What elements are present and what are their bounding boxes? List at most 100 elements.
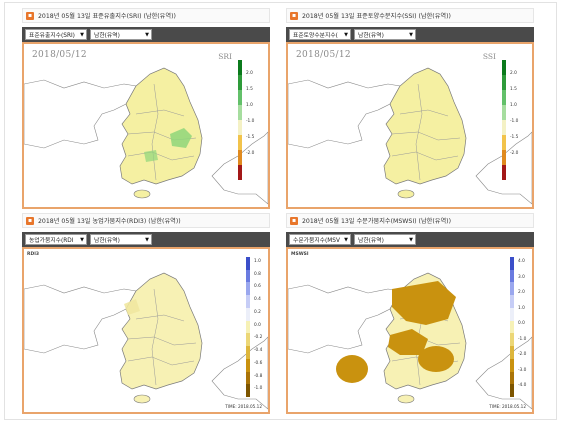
legend-label: 1.0 (246, 102, 253, 108)
orange-square-icon: ▪ (26, 216, 34, 225)
legend-label: -0.2 (254, 335, 263, 341)
legend-label: 2.0 (510, 70, 517, 76)
legend-swatch (238, 165, 242, 180)
region-select-label: 남한(유역) (358, 33, 384, 39)
jeju-island (397, 189, 415, 199)
legend-swatch (510, 295, 514, 308)
map-view[interactable]: 2018/05/12 SSI 2.0 1.5 1.0 -1.0 -1.5 -2.0 (286, 42, 534, 209)
dropdown-arrow-icon: ▼ (409, 236, 413, 243)
index-select[interactable]: 농업가뭄지수(RDI ▼ (25, 234, 87, 245)
index-select[interactable]: 수문가뭄지수(MSV ▼ (289, 234, 351, 245)
legend-label: -1.0 (246, 118, 255, 124)
map-time: TIME: 2018.05.12 (225, 404, 262, 409)
legend-label: -2.0 (510, 150, 519, 156)
legend-swatch (246, 320, 250, 334)
legend-label: -4.0 (518, 383, 527, 389)
legend-label: -0.6 (254, 360, 263, 366)
legend-swatch (246, 307, 250, 321)
orange-square-icon: ▪ (290, 216, 298, 225)
legend-swatch (238, 90, 242, 105)
legend-label: 0.0 (254, 322, 261, 328)
legend-swatch (510, 320, 514, 334)
panel-title: 2018년 05월 13일 표준토양수분지수(SSI) (남한(유역)) (302, 13, 451, 20)
wet-region (144, 150, 158, 162)
region-select-label: 남한(유역) (94, 33, 120, 39)
map-view[interactable]: RDI3 1.0 0.8 0.6 0.4 0.2 0.0 -0.2 -0.4 -0.6 -0.8-… (22, 247, 270, 414)
legend-swatch (502, 165, 506, 180)
legend-label: -1.5 (510, 134, 519, 140)
index-select-label: 농업가뭄지수(RDI (29, 238, 74, 244)
korea-map (288, 272, 532, 410)
region-select[interactable]: 남한(유역) ▼ (90, 234, 152, 245)
map-view[interactable]: 2018/05/12 SRI 2.0 1.5 1.0 -1.0 -1.5 -2.0 (22, 42, 270, 209)
jeju-island (133, 189, 151, 199)
legend-label: 0.8 (254, 271, 261, 277)
legend-swatch (502, 90, 506, 105)
map-time: TIME: 2018.05.12 (489, 404, 526, 409)
orange-square-icon: ▪ (290, 11, 298, 20)
legend-label: -1.0 (254, 386, 263, 392)
region-select[interactable]: 남한(유역) ▼ (354, 29, 416, 40)
legend-swatch (246, 257, 250, 270)
legend-swatch (510, 384, 514, 397)
legend-swatch (238, 135, 242, 150)
legend-swatch (502, 75, 506, 90)
region-select-label: 남한(유역) (358, 238, 384, 244)
dropdown-arrow-icon: ▼ (344, 236, 348, 243)
panel-title: 2018년 05월 13일 농업가뭄지수(RDI3) (남한(유역)) (38, 218, 181, 225)
panel-toolbar: 농업가뭄지수(RDI ▼ 남한(유역) ▼ (22, 232, 270, 247)
jeju-island (133, 394, 151, 404)
region-select-label: 남한(유역) (94, 238, 120, 244)
panel-title-bar: ▪ 2018년 05월 13일 수문가뭄지수(MSWSI) (남한(유역)) (286, 213, 534, 228)
legend-label: -0.8 (254, 373, 263, 379)
drought-region (418, 346, 454, 372)
legend-label: -1.5 (246, 134, 255, 140)
legend-label: 1.0 (254, 259, 261, 264)
panel-sri: ▪ 2018년 05월 13일 표준유출지수(SRI) (남한(유역)) 표준유… (22, 8, 270, 209)
legend-label: -0.4 (254, 348, 263, 354)
legend-label: -1.0 (510, 118, 519, 124)
dropdown-arrow-icon: ▼ (344, 31, 348, 38)
legend-swatch (238, 60, 242, 75)
panel-mswsi: ▪ 2018년 05월 13일 수문가뭄지수(MSWSI) (남한(유역)) 수… (286, 213, 534, 414)
legend-swatch (246, 295, 250, 308)
china-coastline (24, 284, 137, 354)
panel-title: 2018년 05월 13일 수문가뭄지수(MSWSI) (남한(유역)) (302, 218, 451, 225)
korea-map (288, 67, 532, 205)
legend-swatch (510, 333, 514, 347)
dropdown-arrow-icon: ▼ (409, 31, 413, 38)
region-select[interactable]: 남한(유역) ▼ (90, 29, 152, 40)
index-select-label: 표준유출지수(SRI) (29, 33, 75, 39)
index-select[interactable]: 표준유출지수(SRI) ▼ (25, 29, 87, 40)
legend-swatch (502, 60, 506, 75)
panel-toolbar: 표준토양수분지수( ▼ 남한(유역) ▼ (286, 27, 534, 42)
legend-label: -3.0 (518, 367, 527, 373)
index-select[interactable]: 표준토양수분지수( ▼ (289, 29, 351, 40)
legend-label: -1.0 (518, 336, 527, 342)
legend-label: 0.4 (254, 297, 261, 303)
index-select-label: 수문가뭄지수(MSV (293, 238, 340, 244)
china-coastline (288, 284, 401, 354)
legend-swatch (238, 105, 242, 120)
jeju-island (397, 394, 415, 404)
legend-label: 1.0 (518, 305, 525, 311)
panel-title-bar: ▪ 2018년 05월 13일 표준유출지수(SRI) (남한(유역)) (22, 8, 270, 23)
legend-swatch (510, 358, 514, 372)
japan-coastline (475, 336, 532, 410)
panel-title-bar: ▪ 2018년 05월 13일 표준토양수분지수(SSI) (남한(유역)) (286, 8, 534, 23)
legend-label: 3.0 (518, 274, 525, 280)
legend-swatch (246, 269, 250, 283)
dropdown-arrow-icon: ▼ (145, 236, 149, 243)
china-coastline (24, 79, 137, 149)
legend-label: 0.6 (254, 284, 261, 290)
panel-title-bar: ▪ 2018년 05월 13일 농업가뭄지수(RDI3) (남한(유역)) (22, 213, 270, 228)
region-select[interactable]: 남한(유역) ▼ (354, 234, 416, 245)
panel-ssi: ▪ 2018년 05월 13일 표준토양수분지수(SSI) (남한(유역)) 표… (286, 8, 534, 209)
legend-swatch (246, 371, 250, 385)
index-select-label: 표준토양수분지수( (293, 33, 338, 39)
dropdown-arrow-icon: ▼ (80, 236, 84, 243)
legend-swatch (510, 257, 514, 270)
orange-square-icon: ▪ (26, 11, 34, 20)
legend-swatch (502, 135, 506, 150)
map-view[interactable]: MSWSI 4.0 3.0 2.0 1.0 0.0 -1.0 -2.0 -3.0 -4.0 TI… (286, 247, 534, 414)
